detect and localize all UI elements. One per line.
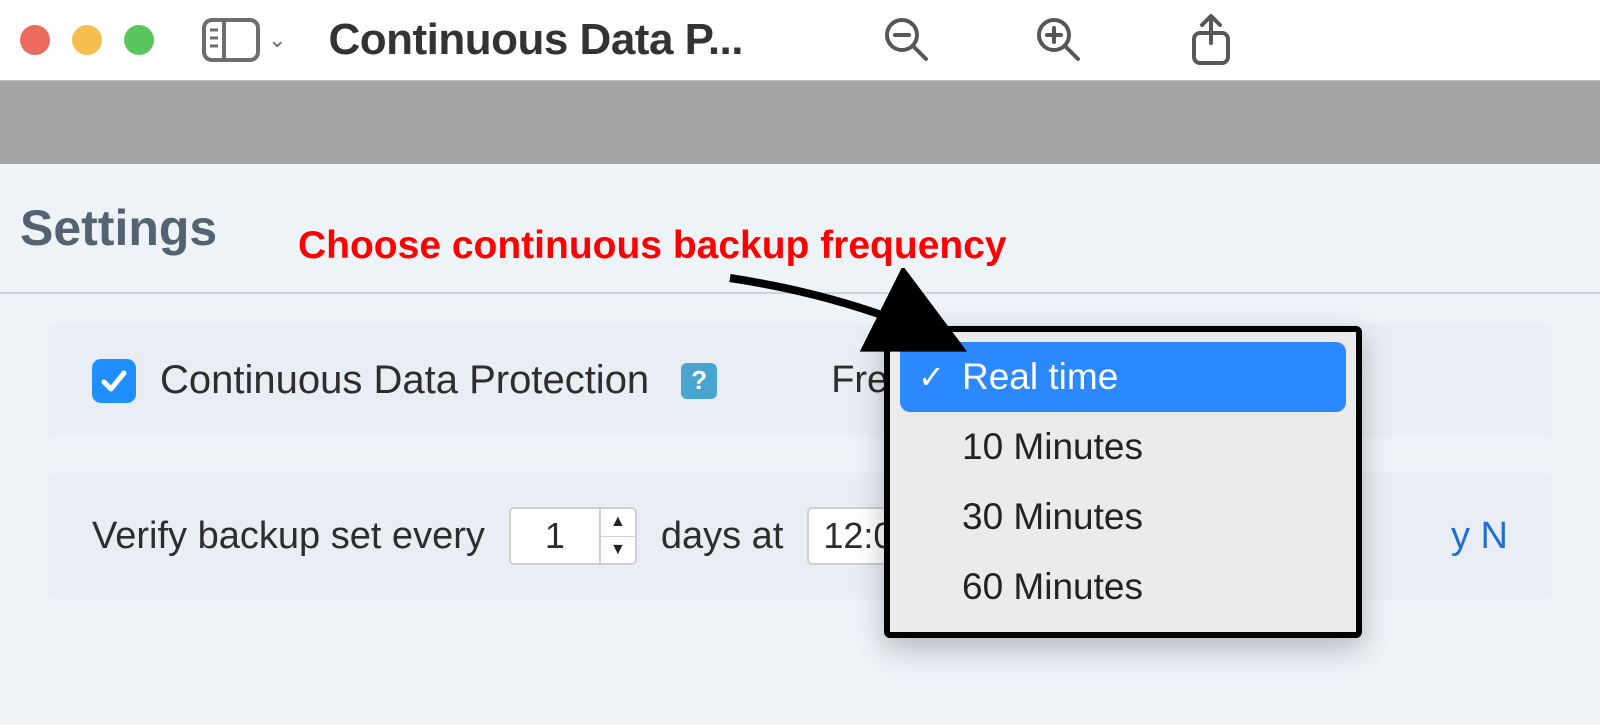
traffic-lights [20, 25, 154, 55]
frequency-option-label: 60 Minutes [962, 566, 1143, 607]
share-button[interactable] [1183, 13, 1239, 67]
verify-middle-label: days at [661, 515, 784, 558]
sidebar-toggle-button[interactable]: ⌄ [202, 18, 286, 62]
verify-days-value[interactable]: 1 [509, 507, 599, 565]
question-mark-icon: ? [691, 365, 707, 396]
chevron-down-icon: ⌄ [268, 27, 286, 53]
frequency-option-30-minutes[interactable]: 30 Minutes [900, 482, 1346, 552]
zoom-in-icon [1034, 15, 1084, 65]
toolbar-divider-band [0, 80, 1600, 164]
cdp-checkbox[interactable] [92, 359, 136, 403]
share-icon [1186, 13, 1236, 67]
fullscreen-window-button[interactable] [124, 25, 154, 55]
settings-heading: Settings [20, 199, 217, 257]
help-badge[interactable]: ? [681, 363, 717, 399]
minimize-window-button[interactable] [72, 25, 102, 55]
stepper-buttons: ▲ ▼ [599, 507, 637, 565]
stepper-up-button[interactable]: ▲ [601, 509, 635, 537]
frequency-dropdown-menu: ✓ Real time 10 Minutes 30 Minutes 60 Min… [884, 326, 1362, 638]
frequency-option-label: Real time [962, 356, 1118, 397]
sidebar-icon [202, 18, 260, 62]
verify-prefix-label: Verify backup set every [92, 515, 485, 558]
window-toolbar: ⌄ Continuous Data P... [0, 0, 1600, 80]
verify-now-link[interactable]: y N [1451, 515, 1508, 558]
annotation-text: Choose continuous backup frequency [298, 224, 1007, 268]
checkmark-icon [99, 366, 129, 396]
frequency-option-label: 30 Minutes [962, 496, 1143, 537]
zoom-in-button[interactable] [1031, 15, 1087, 65]
stepper-down-button[interactable]: ▼ [601, 537, 635, 564]
window-title: Continuous Data P... [328, 15, 743, 65]
settings-panel: Settings Continuous Data Protection ? Fr… [0, 164, 1600, 725]
zoom-out-icon [882, 15, 932, 65]
frequency-option-60-minutes[interactable]: 60 Minutes [900, 552, 1346, 622]
annotation-arrow [720, 268, 980, 368]
cdp-label: Continuous Data Protection [160, 358, 649, 403]
close-window-button[interactable] [20, 25, 50, 55]
verify-days-stepper[interactable]: 1 ▲ ▼ [509, 507, 637, 565]
zoom-out-button[interactable] [879, 15, 935, 65]
frequency-option-label: 10 Minutes [962, 426, 1143, 467]
frequency-option-10-minutes[interactable]: 10 Minutes [900, 412, 1346, 482]
